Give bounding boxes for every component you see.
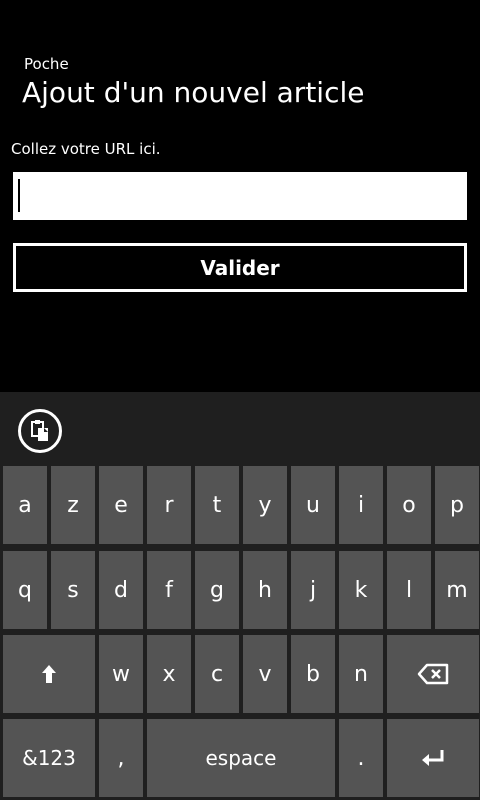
key-k[interactable]: k	[339, 551, 383, 629]
backspace-key[interactable]	[387, 635, 479, 713]
app-screen: Poche Ajout d'un nouvel article Collez v…	[0, 0, 480, 800]
url-input[interactable]	[13, 172, 467, 220]
app-name: Poche	[24, 55, 69, 73]
key-v[interactable]: v	[243, 635, 287, 713]
shift-key[interactable]	[3, 635, 95, 713]
validate-button[interactable]: Valider	[13, 243, 467, 292]
key-g[interactable]: g	[195, 551, 239, 629]
key-e[interactable]: e	[99, 466, 143, 544]
key-x[interactable]: x	[147, 635, 191, 713]
numbers-key[interactable]: &123	[3, 719, 95, 797]
key-p[interactable]: p	[435, 466, 479, 544]
key-h[interactable]: h	[243, 551, 287, 629]
key-o[interactable]: o	[387, 466, 431, 544]
backspace-icon	[417, 663, 449, 685]
key-n[interactable]: n	[339, 635, 383, 713]
period-key[interactable]: .	[339, 719, 383, 797]
key-c[interactable]: c	[195, 635, 239, 713]
key-d[interactable]: d	[99, 551, 143, 629]
key-b[interactable]: b	[291, 635, 335, 713]
key-a[interactable]: a	[3, 466, 47, 544]
key-r[interactable]: r	[147, 466, 191, 544]
clipboard-paste-icon	[31, 420, 48, 441]
shift-arrow-up-icon	[42, 665, 56, 683]
key-l[interactable]: l	[387, 551, 431, 629]
on-screen-keyboard: a z e r t y u i o p q s d f g h j k l m w x c v b n &123, espace.	[0, 392, 480, 800]
key-q[interactable]: q	[3, 551, 47, 629]
keyboard-toolbar	[0, 392, 480, 462]
key-y[interactable]: y	[243, 466, 287, 544]
url-label: Collez votre URL ici.	[11, 140, 161, 158]
key-z[interactable]: z	[51, 466, 95, 544]
key-j[interactable]: j	[291, 551, 335, 629]
space-key[interactable]: espace	[147, 719, 335, 797]
text-caret	[18, 179, 20, 212]
clipboard-paste-button[interactable]	[18, 409, 62, 453]
key-u[interactable]: u	[291, 466, 335, 544]
enter-key[interactable]	[387, 719, 479, 797]
key-m[interactable]: m	[435, 551, 479, 629]
page-title: Ajout d'un nouvel article	[22, 76, 365, 109]
enter-return-icon	[422, 750, 444, 766]
key-f[interactable]: f	[147, 551, 191, 629]
comma-key[interactable]: ,	[99, 719, 143, 797]
key-t[interactable]: t	[195, 466, 239, 544]
key-s[interactable]: s	[51, 551, 95, 629]
key-w[interactable]: w	[99, 635, 143, 713]
key-i[interactable]: i	[339, 466, 383, 544]
